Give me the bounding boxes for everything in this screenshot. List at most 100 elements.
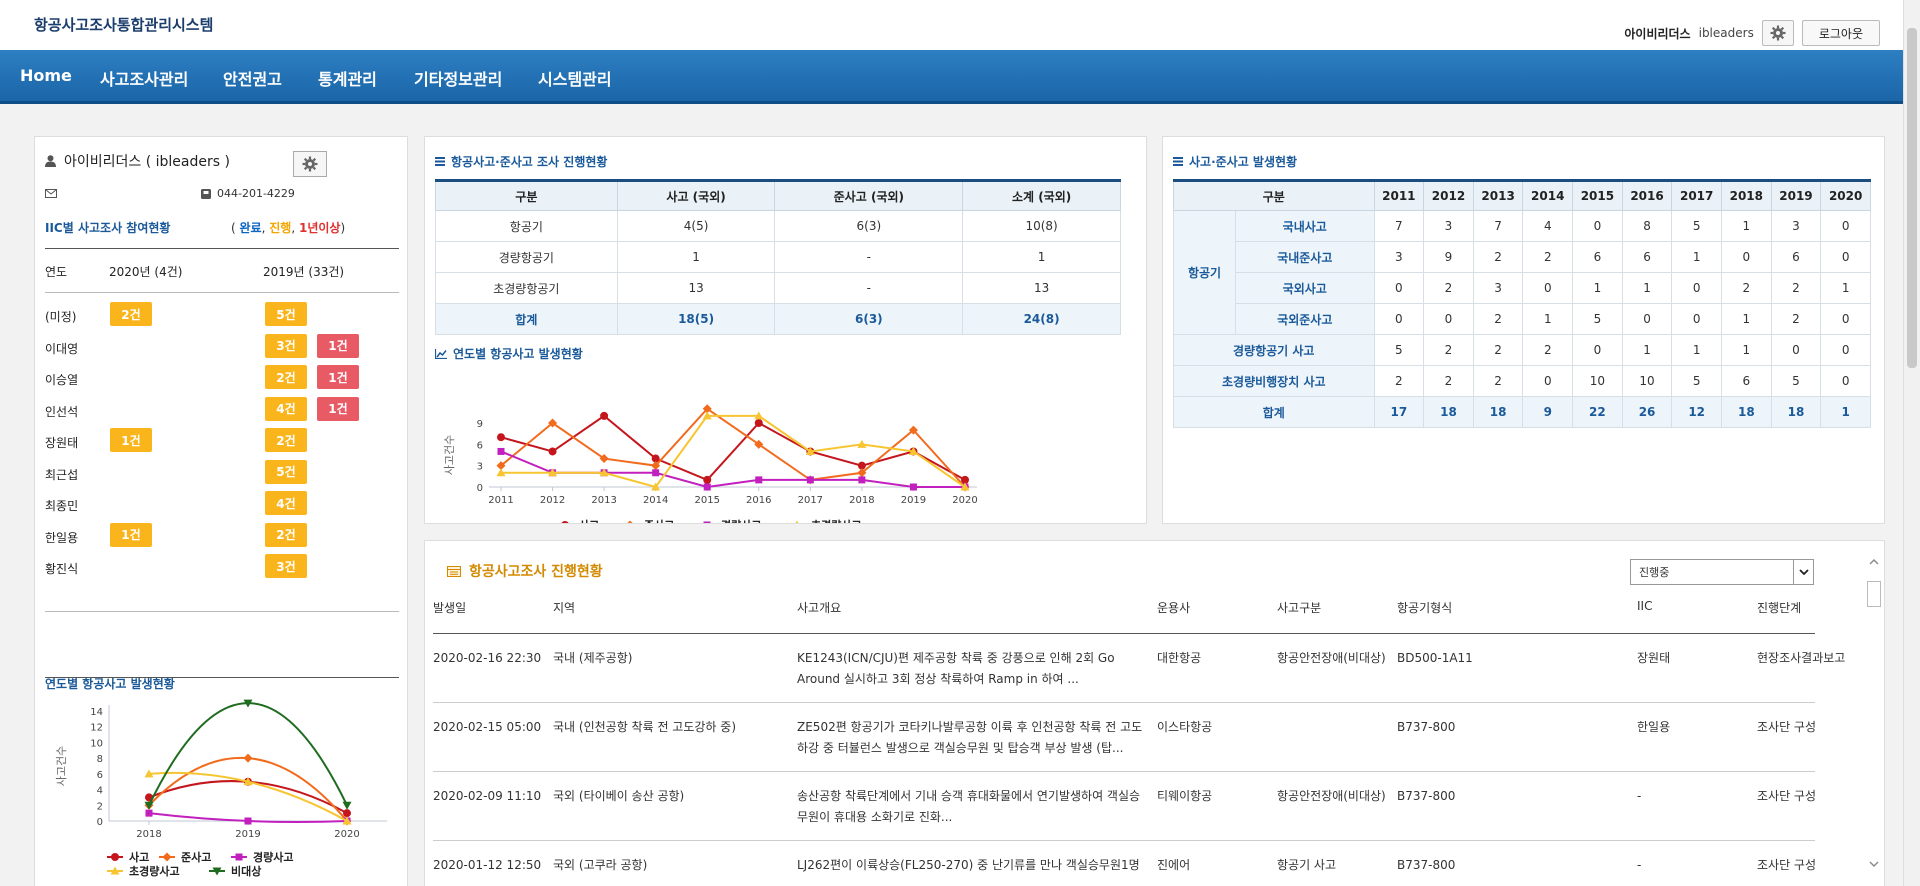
- chevron-up-icon[interactable]: [1869, 559, 1879, 565]
- col-header[interactable]: 사고개요: [797, 599, 841, 616]
- nav-other-info[interactable]: 기타정보관리: [414, 66, 502, 90]
- data-point[interactable]: [497, 447, 505, 455]
- data-point[interactable]: [652, 469, 660, 477]
- col-header[interactable]: 지역: [553, 599, 575, 616]
- data-point[interactable]: [600, 411, 609, 420]
- legend-item[interactable]: 사고: [107, 850, 149, 864]
- legend-marker[interactable]: [235, 853, 243, 861]
- data-point[interactable]: [858, 476, 866, 484]
- count-badge[interactable]: 2건: [265, 522, 307, 547]
- legend-item[interactable]: 경량사고: [699, 518, 761, 523]
- legend-marker[interactable]: [111, 853, 119, 861]
- data-point[interactable]: [703, 483, 711, 491]
- list-scrollbar-thumb[interactable]: [1867, 581, 1881, 607]
- list-scrollbar[interactable]: [1866, 553, 1882, 867]
- nav-home[interactable]: Home: [20, 66, 72, 85]
- nav-safety-recommendation[interactable]: 안전권고: [223, 66, 282, 90]
- legend-item[interactable]: 사고: [557, 518, 599, 523]
- table-cell: -: [774, 241, 964, 273]
- table-cell: BD500-1A11: [1397, 651, 1473, 665]
- legend-item[interactable]: 경량사고: [231, 850, 293, 864]
- count-badge[interactable]: 5건: [265, 302, 307, 326]
- table-cell: 5: [1373, 334, 1425, 366]
- x-tick-label: 2018: [849, 495, 874, 506]
- count-badge[interactable]: 5건: [265, 459, 307, 484]
- count-badge[interactable]: 2건: [110, 302, 152, 326]
- col-header[interactable]: 항공기형식: [1397, 599, 1452, 616]
- legend-item[interactable]: 준사고: [159, 850, 211, 864]
- count-badge[interactable]: 1건: [317, 365, 359, 389]
- table-cell: 항공기 사고: [1277, 858, 1337, 872]
- data-point[interactable]: [244, 817, 252, 825]
- col-header: 2012: [1423, 180, 1474, 211]
- phone-number: 044-201-4229: [217, 187, 295, 200]
- chevron-down-icon[interactable]: [1869, 861, 1879, 867]
- profile-settings-button[interactable]: [293, 151, 327, 177]
- col-header[interactable]: 진행단계: [1757, 599, 1801, 616]
- col-header[interactable]: 발생일: [433, 599, 466, 616]
- count-badge[interactable]: 3건: [265, 554, 307, 578]
- count-badge[interactable]: 1건: [110, 428, 152, 452]
- table-row[interactable]: 2020-02-16 22:30 국내 (제주공항) KE1243(ICN/CJU)…: [433, 634, 1845, 703]
- data-point[interactable]: [909, 483, 917, 491]
- legend-label: 초경량사고: [129, 864, 180, 878]
- legend-marker[interactable]: [626, 520, 635, 524]
- table-cell: 0: [1522, 272, 1574, 304]
- count-badge[interactable]: 4건: [265, 491, 307, 515]
- table-row[interactable]: 2020-02-15 05:00 국내 (인천공항 착륙 전 고도강하 중) ZE5…: [433, 703, 1816, 772]
- col-header[interactable]: 운용사: [1157, 599, 1190, 616]
- legend-item[interactable]: 초경량사고: [107, 864, 180, 878]
- count-badge[interactable]: 2건: [265, 365, 307, 389]
- status-filter-value: 진행중: [1639, 566, 1670, 579]
- col-header[interactable]: 사고구분: [1277, 599, 1321, 616]
- data-point[interactable]: [342, 801, 352, 810]
- user-area: 아이비리더스 ibleaders 로그아웃: [1624, 20, 1880, 46]
- legend-marker[interactable]: [793, 520, 802, 524]
- table-row[interactable]: 2020-01-12 12:50 국외 (고쿠라 공항) LJ262편이 이륙상승(…: [433, 841, 1816, 886]
- data-point[interactable]: [497, 433, 505, 442]
- data-point[interactable]: [343, 809, 351, 818]
- table-cell: 진에어: [1157, 858, 1191, 872]
- legend-item[interactable]: 준사고: [622, 518, 674, 523]
- count-badge[interactable]: 1건: [317, 396, 359, 421]
- table-cell: 국내 (인천공항 착륙 전 고도강하 중): [553, 720, 736, 734]
- count-badge[interactable]: 2건: [265, 428, 307, 452]
- page-scrollbar[interactable]: [1903, 0, 1920, 886]
- chevron-down-icon[interactable]: [1793, 560, 1813, 584]
- data-point[interactable]: [145, 809, 153, 817]
- table-cell: 7: [1373, 210, 1425, 242]
- data-point[interactable]: [548, 447, 557, 456]
- table-cell: 이스타항공: [1157, 720, 1213, 734]
- data-point[interactable]: [806, 476, 814, 484]
- top-bar: 항공사고조사통합관리시스템 아이비리더스 ibleaders 로그아웃: [0, 0, 1920, 50]
- logout-button[interactable]: 로그아웃: [1801, 20, 1880, 46]
- x-tick-label: 2014: [643, 495, 668, 506]
- settings-button[interactable]: [1761, 20, 1794, 46]
- data-point[interactable]: [755, 476, 763, 484]
- app-title[interactable]: 항공사고조사통합관리시스템: [34, 14, 213, 35]
- legend-marker[interactable]: [561, 521, 569, 523]
- table-cell: 13: [962, 272, 1121, 304]
- nav-statistics[interactable]: 통계관리: [318, 66, 377, 90]
- x-tick-label: 2011: [488, 495, 513, 506]
- legend-item[interactable]: 비대상: [209, 864, 261, 878]
- table-row[interactable]: 2020-02-09 11:10 국외 (타이베이 송산 공항) 송산공항 착륙단계…: [433, 772, 1816, 841]
- legend-marker[interactable]: [703, 521, 711, 524]
- table-cell: 5: [1671, 365, 1722, 397]
- nav-system[interactable]: 시스템관리: [538, 66, 612, 90]
- nav-accident-investigation[interactable]: 사고조사관리: [100, 66, 188, 90]
- count-badge[interactable]: 3건: [265, 333, 307, 358]
- data-point[interactable]: [243, 753, 253, 763]
- legend-item[interactable]: 초경량사고: [789, 518, 862, 523]
- count-badge[interactable]: 4건: [265, 396, 307, 421]
- col-header[interactable]: IIC: [1637, 599, 1652, 613]
- data-point[interactable]: [754, 419, 763, 427]
- list-icon: [1173, 157, 1183, 166]
- occurrence-panel-title: 사고·준사고 발생현황: [1173, 153, 1297, 170]
- count-badge[interactable]: 1건: [317, 333, 359, 358]
- status-filter-select[interactable]: 진행중: [1630, 559, 1814, 585]
- page-scrollbar-thumb[interactable]: [1907, 28, 1917, 368]
- data-point[interactable]: [703, 475, 712, 484]
- count-badge[interactable]: 1건: [110, 522, 152, 547]
- legend-marker[interactable]: [162, 852, 172, 862]
